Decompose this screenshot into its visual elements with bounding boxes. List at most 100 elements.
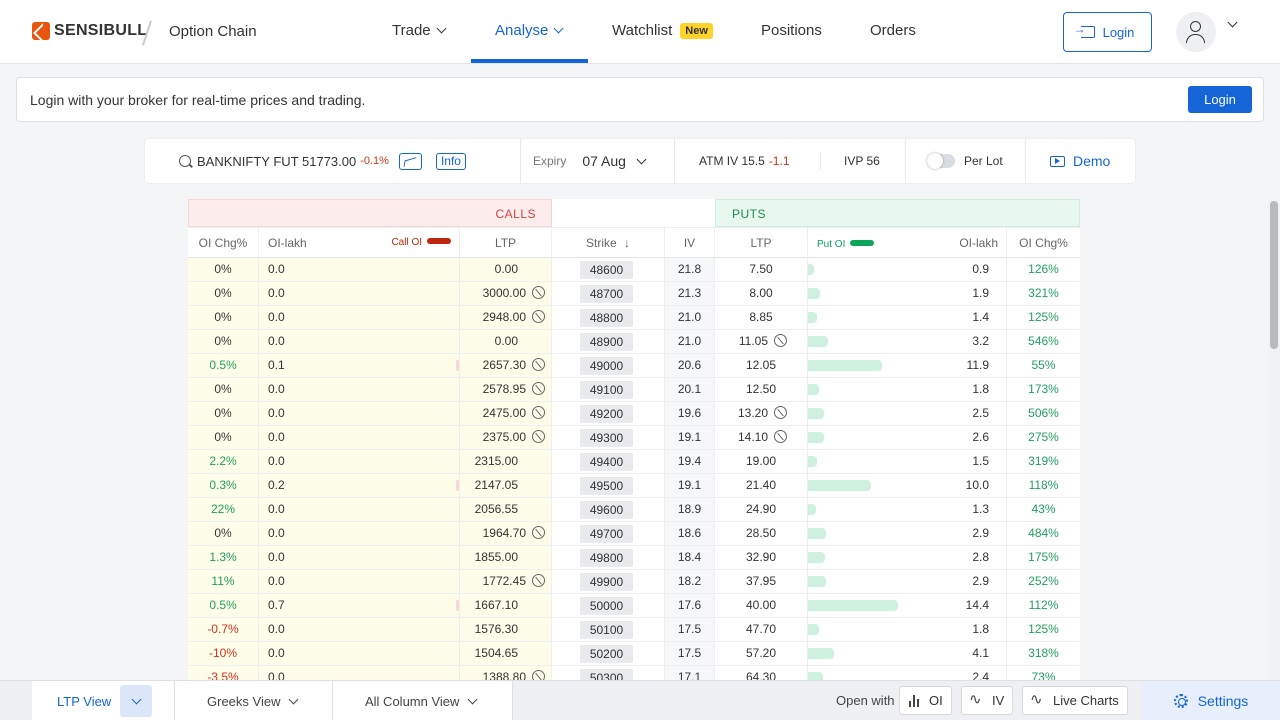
col-call-ltp[interactable]: LTP bbox=[460, 228, 552, 259]
option-row[interactable]: 0.3% 0.2 2147.05 49500 19.1 21.40 10.0 118% bbox=[188, 474, 1080, 498]
call-ltp-cell[interactable]: 1576.30 bbox=[460, 618, 552, 641]
col-put-oi-lakh[interactable]: Put OI OI-lakh bbox=[808, 228, 1007, 259]
option-row[interactable]: -10% 0.0 1504.65 50200 17.5 57.20 4.1 318% bbox=[188, 642, 1080, 666]
call-ltp-cell[interactable]: 2475.00 bbox=[460, 402, 552, 425]
put-ltp-cell[interactable]: 19.00 bbox=[715, 450, 808, 473]
option-row[interactable]: 0% 0.0 2948.00 48800 21.0 8.85 1.4 125% bbox=[188, 306, 1080, 330]
open-iv-button[interactable]: IV bbox=[961, 686, 1014, 715]
option-row[interactable]: 11% 0.0 1772.45 49900 18.2 37.95 2.9 252% bbox=[188, 570, 1080, 594]
put-oi-bar bbox=[808, 552, 825, 563]
option-row[interactable]: 0% 0.0 2578.95 49100 20.1 12.50 1.8 173% bbox=[188, 378, 1080, 402]
call-ltp-cell[interactable]: 2948.00 bbox=[460, 306, 552, 329]
col-call-oi-chg[interactable]: OI Chg% bbox=[188, 228, 259, 259]
demo-button[interactable]: Demo bbox=[1050, 139, 1110, 183]
put-ltp-cell[interactable]: 13.20 bbox=[715, 402, 808, 425]
put-oi-cell: 2.9 bbox=[808, 522, 1007, 545]
put-ltp-cell[interactable]: 11.05 bbox=[715, 330, 808, 353]
strike-price: 49700 bbox=[580, 525, 633, 543]
user-avatar[interactable] bbox=[1176, 12, 1216, 52]
put-oi-chg-value: 173% bbox=[1028, 382, 1059, 396]
option-row[interactable]: 1.3% 0.0 1855.00 49800 18.4 32.90 2.8 175% bbox=[188, 546, 1080, 570]
scrollbar-thumb[interactable] bbox=[1270, 201, 1278, 349]
call-ltp-cell[interactable]: 2578.95 bbox=[460, 378, 552, 401]
nav-trade[interactable]: Trade bbox=[392, 22, 447, 39]
put-ltp-cell[interactable]: 14.10 bbox=[715, 426, 808, 449]
call-ltp-cell[interactable]: 2375.00 bbox=[460, 426, 552, 449]
call-ltp-cell[interactable]: 2315.00 bbox=[460, 450, 552, 473]
call-ltp-cell[interactable]: 2147.05 bbox=[460, 474, 552, 497]
option-row[interactable]: 22% 0.0 2056.55 49600 18.9 24.90 1.3 43% bbox=[188, 498, 1080, 522]
chart-icon[interactable] bbox=[398, 152, 422, 170]
put-ltp-cell[interactable]: 8.00 bbox=[715, 282, 808, 305]
all-column-view-tab[interactable]: All Column View bbox=[333, 681, 513, 720]
greeks-view-tab[interactable]: Greeks View bbox=[175, 681, 333, 720]
put-ltp-cell[interactable]: 32.90 bbox=[715, 546, 808, 569]
option-row[interactable]: 0% 0.0 2475.00 49200 19.6 13.20 2.5 506% bbox=[188, 402, 1080, 426]
col-strike[interactable]: Strike ↓ bbox=[552, 228, 665, 259]
expiry-select[interactable]: Expiry 07 Aug bbox=[533, 139, 647, 183]
option-row[interactable]: 0.5% 0.7 1667.10 50000 17.6 40.00 14.4 112% bbox=[188, 594, 1080, 618]
option-row[interactable]: 2.2% 0.0 2315.00 49400 19.4 19.00 1.5 319% bbox=[188, 450, 1080, 474]
call-ltp-cell[interactable]: 1667.10 bbox=[460, 594, 552, 617]
put-ltp-cell[interactable]: 57.20 bbox=[715, 642, 808, 665]
call-ltp-cell[interactable]: 1964.70 bbox=[460, 522, 552, 545]
option-row[interactable]: 0% 0.0 2375.00 49300 19.1 14.10 2.6 275% bbox=[188, 426, 1080, 450]
call-ltp-cell[interactable]: 1855.00 bbox=[460, 546, 552, 569]
nav-watchlist[interactable]: Watchlist New bbox=[612, 22, 713, 39]
call-ltp-cell[interactable]: 2657.30 bbox=[460, 354, 552, 377]
nav-analyse[interactable]: Analyse bbox=[495, 22, 564, 39]
iv-cell: 19.1 bbox=[665, 474, 715, 497]
put-ltp-cell[interactable]: 40.00 bbox=[715, 594, 808, 617]
call-oi-legend: Call OI bbox=[391, 228, 451, 258]
put-ltp-cell[interactable]: 12.05 bbox=[715, 354, 808, 377]
col-strike-label: Strike bbox=[585, 236, 617, 250]
call-ltp-cell[interactable]: 1772.45 bbox=[460, 570, 552, 593]
strike-price: 49900 bbox=[580, 573, 633, 591]
put-ltp-cell[interactable]: 12.50 bbox=[715, 378, 808, 401]
login-button[interactable]: Login bbox=[1063, 12, 1152, 52]
option-row[interactable]: 0% 0.0 0.00 48900 21.0 11.05 3.2 546% bbox=[188, 330, 1080, 354]
put-ltp-cell[interactable]: 8.85 bbox=[715, 306, 808, 329]
put-ltp-cell[interactable]: 47.70 bbox=[715, 618, 808, 641]
call-ltp-cell[interactable]: 1504.65 bbox=[460, 642, 552, 665]
per-lot-toggle[interactable]: Per Lot bbox=[927, 139, 1003, 183]
nav-positions[interactable]: Positions bbox=[761, 22, 822, 39]
chevron-down-icon[interactable] bbox=[1227, 17, 1238, 28]
sensibull-logo[interactable]: SENSIBULL bbox=[32, 22, 147, 40]
option-row[interactable]: 0.5% 0.1 2657.30 49000 20.6 12.05 11.9 55% bbox=[188, 354, 1080, 378]
banner-login-button[interactable]: Login bbox=[1188, 86, 1252, 113]
option-row[interactable]: 0% 0.0 3000.00 48700 21.3 8.00 1.9 321% bbox=[188, 282, 1080, 306]
live-charts-button[interactable]: Live Charts bbox=[1022, 686, 1128, 715]
put-oi-chg-value: 484% bbox=[1028, 526, 1059, 540]
call-oi-cell: 0.0 bbox=[259, 306, 460, 329]
scrollbar[interactable] bbox=[1268, 199, 1280, 680]
ltp-view-dropdown[interactable] bbox=[120, 685, 152, 717]
put-ltp-cell[interactable]: 24.90 bbox=[715, 498, 808, 521]
call-ltp-cell[interactable]: 0.00 bbox=[460, 258, 552, 281]
col-put-oi-chg[interactable]: OI Chg% bbox=[1007, 228, 1080, 259]
col-call-oi-lakh[interactable]: OI-lakh Call OI bbox=[259, 228, 460, 259]
nav-orders[interactable]: Orders bbox=[870, 22, 916, 39]
iv-cell: 18.9 bbox=[665, 498, 715, 521]
put-ltp-cell[interactable]: 21.40 bbox=[715, 474, 808, 497]
toggle-switch[interactable] bbox=[927, 153, 955, 169]
put-ltp-cell[interactable]: 37.95 bbox=[715, 570, 808, 593]
call-ltp-cell[interactable]: 0.00 bbox=[460, 330, 552, 353]
info-button[interactable]: Info bbox=[435, 152, 466, 170]
put-ltp-cell[interactable]: 28.50 bbox=[715, 522, 808, 545]
put-ltp-cell[interactable]: 64.30 bbox=[715, 666, 808, 680]
option-row[interactable]: 0% 0.0 0.00 48600 21.8 7.50 0.9 126% bbox=[188, 258, 1080, 282]
option-row[interactable]: -0.7% 0.0 1576.30 50100 17.5 47.70 1.8 125% bbox=[188, 618, 1080, 642]
col-put-ltp[interactable]: LTP bbox=[715, 228, 808, 259]
col-iv[interactable]: IV bbox=[665, 228, 715, 259]
option-row[interactable]: -3.5% 0.0 1388.80 50300 17.1 64.30 2.4 73% bbox=[188, 666, 1080, 680]
call-ltp-cell[interactable]: 1388.80 bbox=[460, 666, 552, 680]
open-oi-button[interactable]: OI bbox=[899, 686, 952, 715]
call-ltp-cell[interactable]: 2056.55 bbox=[460, 498, 552, 521]
ltp-view-tab[interactable]: LTP View bbox=[32, 681, 175, 720]
symbol-search[interactable]: BANKNIFTY FUT 51773.00 -0.1% Info bbox=[179, 139, 466, 183]
settings-button[interactable]: Settings bbox=[1142, 681, 1280, 720]
call-ltp-cell[interactable]: 3000.00 bbox=[460, 282, 552, 305]
option-row[interactable]: 0% 0.0 1964.70 49700 18.6 28.50 2.9 484% bbox=[188, 522, 1080, 546]
put-ltp-cell[interactable]: 7.50 bbox=[715, 258, 808, 281]
